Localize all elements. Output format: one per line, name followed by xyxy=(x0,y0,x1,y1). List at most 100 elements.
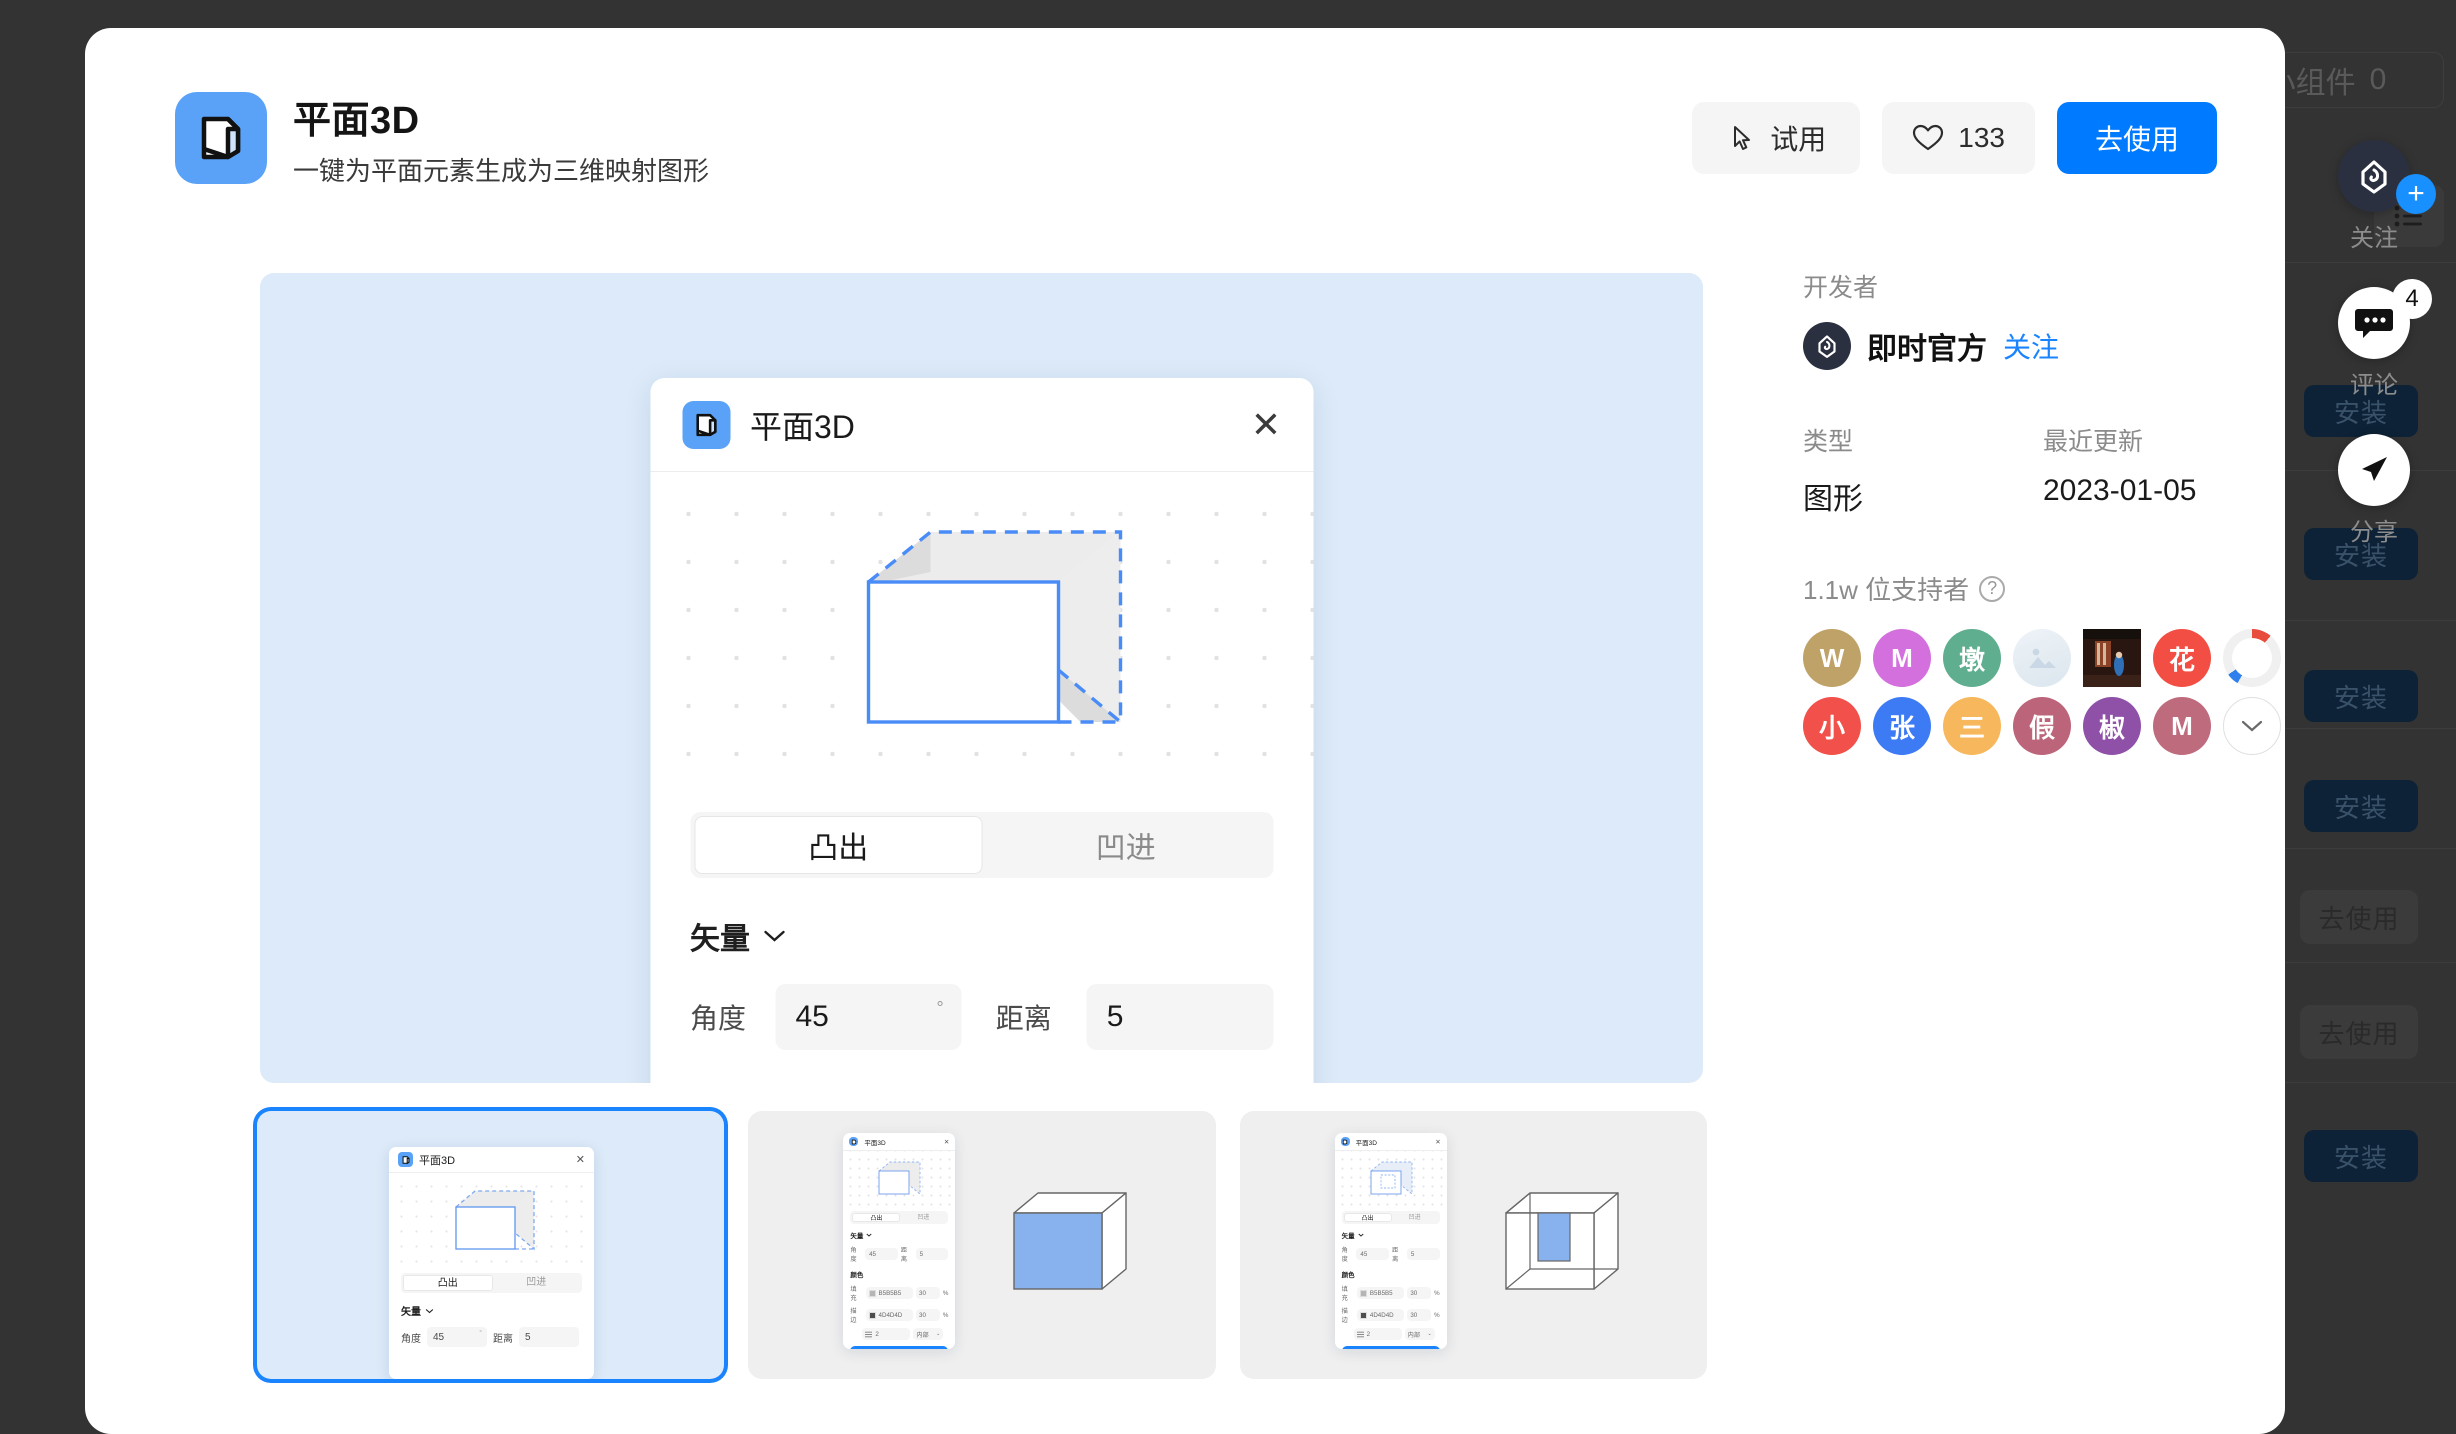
thumb3-fill-input[interactable]: B5B5B5 xyxy=(1356,1287,1405,1299)
thumb2-stroke-align[interactable]: 内部 ⌄ xyxy=(913,1328,944,1340)
thumb2-mini-head: 平面3D ✕ xyxy=(843,1133,956,1151)
row-install-button-3[interactable]: 安装 xyxy=(2304,670,2418,722)
stroke-swatch[interactable] xyxy=(868,1311,876,1319)
avatar[interactable]: M xyxy=(2153,697,2211,755)
expand-avatars-button[interactable] xyxy=(2223,697,2281,755)
close-icon[interactable]: ✕ xyxy=(1251,406,1281,443)
thumb2-fill-opacity-value: 30 xyxy=(919,1289,926,1297)
avatar[interactable]: 椒 xyxy=(2083,697,2141,755)
thumb3-distance-input[interactable]: 5 xyxy=(1406,1248,1440,1260)
thumb3-vector-toggle[interactable]: 矢量 xyxy=(1342,1230,1440,1240)
supporter-avatars: W M 墩 花 小 张 三 假 椒 M xyxy=(1803,629,2283,765)
avatar-initial: W xyxy=(1819,642,1845,673)
tab-inset[interactable]: 凹进 xyxy=(983,816,1270,874)
thumb3-tab-extrude[interactable]: 凸出 xyxy=(1343,1213,1392,1222)
close-icon[interactable]: ✕ xyxy=(1435,1138,1440,1146)
avatar[interactable]: 三 xyxy=(1943,697,2001,755)
thumb1-vector-toggle[interactable]: 矢量 xyxy=(401,1303,582,1318)
close-icon[interactable]: ✕ xyxy=(576,1153,585,1166)
thumb1-angle-input[interactable]: 45 ° xyxy=(427,1327,487,1347)
rail-item-comment[interactable]: 4 评论 xyxy=(2310,279,2438,400)
thumb2-stroke-input[interactable]: 4D4D4D xyxy=(865,1309,914,1321)
avatar[interactable]: 墩 xyxy=(1943,629,2001,687)
avatar-story-ring[interactable] xyxy=(2223,629,2281,687)
thumbnail-1[interactable]: 平面3D ✕ 凸出 凹进 矢量 角度 45 ° 距离 5 xyxy=(257,1111,725,1379)
share-button[interactable] xyxy=(2338,434,2410,506)
row-use-button-2[interactable]: 去使用 xyxy=(2300,1005,2418,1059)
fill-swatch[interactable] xyxy=(1359,1289,1367,1297)
thumb3-stroke-input[interactable]: 4D4D4D xyxy=(1356,1309,1405,1321)
row-install-button-5[interactable]: 安装 xyxy=(2304,1130,2418,1182)
thumb1-canvas xyxy=(389,1173,594,1273)
fill-swatch[interactable] xyxy=(868,1289,876,1297)
avatar-initial: 假 xyxy=(2028,712,2055,743)
meta-grid: 类型 图形 最近更新 2023-01-05 xyxy=(1803,422,2283,518)
thumb2-distance-label: 距离 xyxy=(900,1247,908,1263)
thumb3-generate-button[interactable]: 生成图形 xyxy=(1341,1346,1440,1349)
stroke-swatch[interactable] xyxy=(1359,1311,1367,1319)
app-icon xyxy=(175,92,267,184)
follow-plus-badge[interactable]: + xyxy=(2396,174,2436,214)
plugin-controls: 凸出 凹进 矢量 角度 45 ° 距离 5 xyxy=(650,790,1313,1050)
avatar[interactable]: 花 xyxy=(2153,629,2211,687)
avatar[interactable]: M xyxy=(1873,629,1931,687)
angle-input[interactable]: 45 ° xyxy=(775,984,962,1050)
thumb2-tab-extrude[interactable]: 凸出 xyxy=(852,1213,901,1222)
thumb2-distance-input[interactable]: 5 xyxy=(915,1248,949,1260)
thumb2-fill-label: 填充 xyxy=(850,1286,857,1302)
thumb2-fill-input[interactable]: B5B5B5 xyxy=(865,1287,914,1299)
thumb3-mini-panel: 平面3D ✕ 凸出 凹进 矢量 角度 45 距离 5 颜色 填充 B5B5B5 … xyxy=(1334,1133,1447,1349)
try-button[interactable]: 试用 xyxy=(1692,102,1861,174)
like-button[interactable]: 133 xyxy=(1882,102,2035,174)
thumb2-generate-button[interactable]: 生成图形 xyxy=(850,1346,949,1349)
help-icon[interactable]: ? xyxy=(1979,575,2006,602)
chevron-down-icon xyxy=(763,930,785,942)
thumb2-mini-title-group: 平面3D xyxy=(849,1137,886,1147)
header-actions: 试用 133 去使用 xyxy=(1692,102,2217,174)
thumb1-tab-extrude[interactable]: 凸出 xyxy=(403,1275,493,1291)
distance-input[interactable]: 5 xyxy=(1086,984,1273,1050)
preview-stage: 平面3D ✕ 凸出 凹进 矢量 角度 45 ° 距离 5 xyxy=(260,273,1703,1083)
chevron-down-icon xyxy=(425,1308,434,1313)
thumb2-vector-toggle[interactable]: 矢量 xyxy=(850,1230,948,1240)
thumb2-stroke-opacity[interactable]: 30 xyxy=(916,1309,940,1321)
avatar[interactable]: 假 xyxy=(2013,697,2071,755)
thumb3-fill-hex: B5B5B5 xyxy=(1369,1289,1393,1297)
thumb3-stroke-opacity[interactable]: 30 xyxy=(1407,1309,1432,1321)
thumb2-fill-opacity[interactable]: 30 xyxy=(916,1287,940,1299)
tab-extrude[interactable]: 凸出 xyxy=(694,816,983,874)
page-title: 平面3D xyxy=(293,99,420,142)
follow-link[interactable]: 关注 xyxy=(2003,326,2059,366)
use-button[interactable]: 去使用 xyxy=(2056,102,2217,174)
thumb3-tab-inset[interactable]: 凹进 xyxy=(1392,1213,1438,1222)
thumb3-angle-input[interactable]: 45 xyxy=(1356,1248,1390,1260)
avatar[interactable]: 小 xyxy=(1803,697,1861,755)
rail-item-share[interactable]: 分享 xyxy=(2310,434,2438,547)
thumb3-stroke-align[interactable]: 内部 ⌄ xyxy=(1404,1328,1435,1340)
rail-item-follow[interactable]: + 关注 xyxy=(2310,140,2438,253)
thumb3-fields: 角度 45 距离 5 xyxy=(1342,1245,1440,1263)
thumb1-tab-inset[interactable]: 凹进 xyxy=(493,1275,581,1291)
row-install-button-4[interactable]: 安装 xyxy=(2304,780,2418,832)
thumb3-stroke-width-input[interactable]: 2 xyxy=(1353,1328,1402,1340)
vector-section-toggle[interactable]: 矢量 xyxy=(690,914,1273,958)
cube-page-icon xyxy=(1340,1137,1350,1146)
thumb2-tab-inset[interactable]: 凹进 xyxy=(900,1213,946,1222)
thumb3-fill-opacity[interactable]: 30 xyxy=(1407,1287,1432,1299)
thumb1-distance-input[interactable]: 5 xyxy=(519,1327,579,1347)
thumb2-angle-input[interactable]: 45 xyxy=(865,1248,898,1260)
thumb2-stroke-align-value: 内部 xyxy=(916,1331,929,1339)
thumbnail-3[interactable]: 平面3D ✕ 凸出 凹进 矢量 角度 45 距离 5 颜色 填充 B5B5B5 … xyxy=(1239,1111,1707,1379)
close-icon[interactable]: ✕ xyxy=(944,1138,949,1146)
developer-avatar[interactable] xyxy=(1803,322,1851,370)
avatar[interactable]: W xyxy=(1803,629,1861,687)
row-use-button-1[interactable]: 去使用 xyxy=(2300,890,2418,944)
avatar[interactable] xyxy=(2013,629,2071,687)
avatar[interactable] xyxy=(2083,629,2141,687)
use-label: 去使用 xyxy=(2094,124,2179,155)
row-install-label-4: 安装 xyxy=(2333,792,2388,823)
thumbnail-2[interactable]: 平面3D ✕ 凸出 凹进 矢量 角度 45 距离 5 颜色 填充 B5B5B5 … xyxy=(748,1111,1216,1379)
avatar[interactable]: 张 xyxy=(1873,697,1931,755)
thumb2-stroke-width-input[interactable]: 2 xyxy=(862,1328,911,1340)
mode-segmented-control: 凸出 凹进 xyxy=(690,812,1273,878)
